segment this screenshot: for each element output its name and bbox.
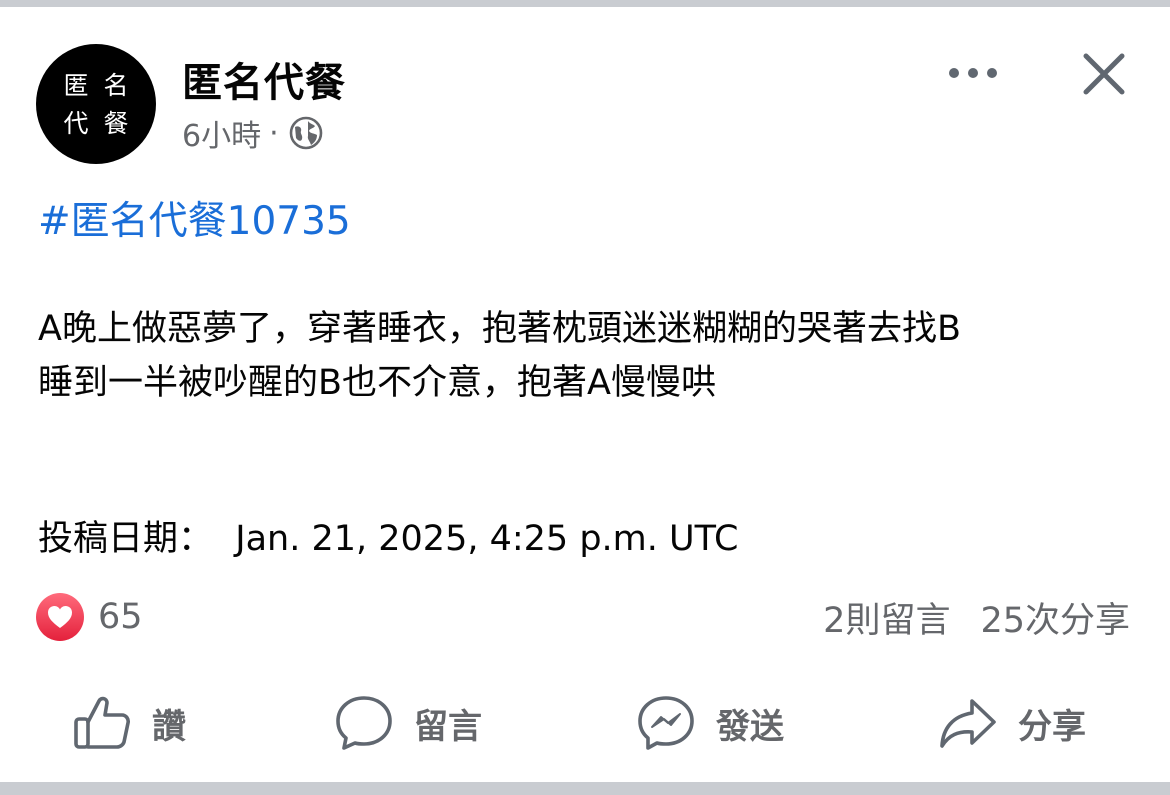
like-button[interactable]: 讚 xyxy=(72,690,186,756)
close-icon[interactable] xyxy=(1078,48,1130,100)
avatar-char: 匿 xyxy=(63,70,89,100)
dot xyxy=(968,68,978,78)
send-button[interactable]: 發送 xyxy=(636,690,784,756)
heart-icon xyxy=(36,593,84,641)
share-button[interactable]: 分享 xyxy=(938,690,1086,756)
avatar-char: 名 xyxy=(103,70,129,100)
like-label: 讚 xyxy=(152,706,186,747)
post-body-line: A晚上做惡夢了，穿著睡衣，抱著枕頭迷迷糊糊的哭著去找B xyxy=(38,309,961,349)
reaction-count: 65 xyxy=(98,597,143,637)
bottom-divider xyxy=(0,782,1170,795)
post-body: A晚上做惡夢了，穿著睡衣，抱著枕頭迷迷糊糊的哭著去找B 睡到一半被吵醒的B也不介… xyxy=(38,302,1138,410)
page-name[interactable]: 匿名代餐 xyxy=(182,50,346,108)
comment-bubble-icon xyxy=(336,696,392,750)
share-arrow-icon xyxy=(940,699,996,748)
top-divider xyxy=(0,0,1170,7)
post-date-value: Jan. 21, 2025, 4:25 p.m. UTC xyxy=(235,519,739,559)
globe-icon[interactable] xyxy=(289,116,323,150)
avatar-char: 餐 xyxy=(103,108,129,138)
post-meta: 6小時 · xyxy=(182,111,323,155)
more-options-icon[interactable] xyxy=(945,56,1001,90)
post-time[interactable]: 6小時 xyxy=(182,111,261,155)
dot xyxy=(987,68,997,78)
post-date: 投稿日期： Jan. 21, 2025, 4:25 p.m. UTC xyxy=(38,514,738,564)
send-label: 發送 xyxy=(716,706,784,747)
dot xyxy=(949,68,959,78)
share-label: 分享 xyxy=(1018,706,1086,747)
comments-count[interactable]: 2則留言 xyxy=(823,592,950,643)
page-avatar[interactable]: 匿 名 代 餐 xyxy=(36,44,156,164)
post-body-line: 睡到一半被吵醒的B也不介意，抱著A慢慢哄 xyxy=(38,363,716,403)
hashtag-link[interactable]: #匿名代餐10735 xyxy=(38,190,351,246)
engagement-stats: 2則留言 25次分享 xyxy=(823,592,1130,642)
reaction-summary[interactable]: 65 xyxy=(36,592,143,642)
messenger-icon xyxy=(638,696,694,750)
thumbs-up-icon xyxy=(74,696,130,749)
post-date-label: 投稿日期： xyxy=(38,519,214,559)
comment-button[interactable]: 留言 xyxy=(334,690,482,756)
avatar-char: 代 xyxy=(63,108,89,138)
shares-count[interactable]: 25次分享 xyxy=(980,592,1130,643)
meta-separator: · xyxy=(269,115,279,151)
comment-label: 留言 xyxy=(414,706,482,747)
